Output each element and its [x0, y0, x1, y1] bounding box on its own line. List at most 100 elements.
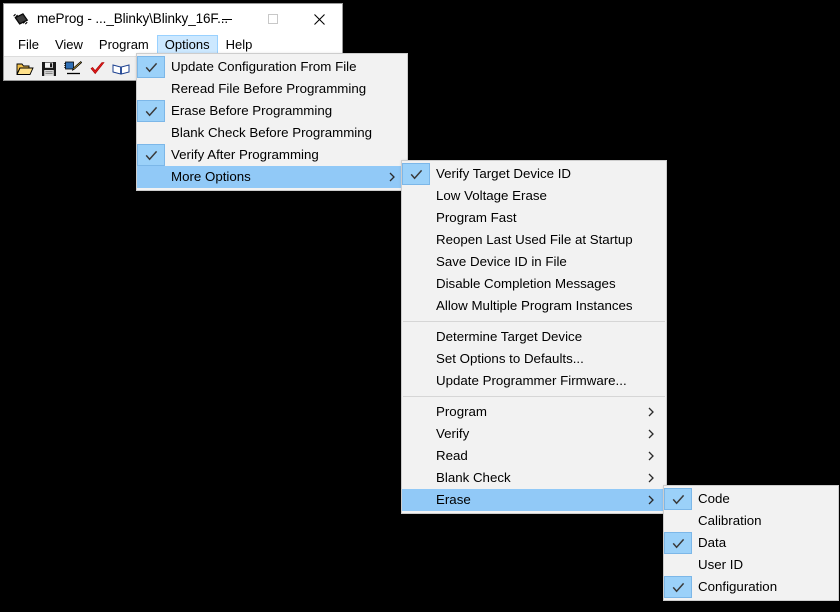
- menu-item-update-programmer-firmware[interactable]: Update Programmer Firmware...: [402, 370, 666, 392]
- check-icon: [402, 163, 430, 185]
- menu-item-label: Reread File Before Programming: [171, 81, 367, 96]
- minimize-button[interactable]: [204, 4, 250, 34]
- menu-item-determine-target-device[interactable]: Determine Target Device: [402, 326, 666, 348]
- menu-item-label: Reopen Last Used File at Startup: [436, 232, 633, 247]
- menu-item-label: Update Configuration From File: [171, 59, 357, 74]
- menu-item-label: Verify Target Device ID: [436, 166, 571, 181]
- menu-item-low-voltage-erase[interactable]: Low Voltage Erase: [402, 185, 666, 207]
- menu-item-allow-multiple-program-instances[interactable]: Allow Multiple Program Instances: [402, 295, 666, 317]
- check-icon: [137, 56, 165, 78]
- open-file-button[interactable]: [14, 58, 36, 80]
- menu-item-erase-code[interactable]: Code: [664, 488, 838, 510]
- open-file-icon: [16, 63, 34, 75]
- check-icon: [664, 532, 692, 554]
- menu-item-verify[interactable]: Verify: [402, 423, 666, 445]
- chevron-right-icon: [638, 407, 666, 417]
- program-button[interactable]: [62, 58, 84, 80]
- check-placeholder: [402, 229, 430, 251]
- maximize-icon: [268, 14, 278, 24]
- menu-item-label: Disable Completion Messages: [436, 276, 616, 291]
- menu-item-label: Code: [698, 491, 730, 506]
- menu-item-label: Blank Check: [436, 470, 511, 485]
- menu-item-label: Save Device ID in File: [436, 254, 567, 269]
- maximize-button[interactable]: [250, 4, 296, 34]
- check-placeholder: [402, 295, 430, 317]
- menu-item-save-device-id-in-file[interactable]: Save Device ID in File: [402, 251, 666, 273]
- menu-item-label: Update Programmer Firmware...: [436, 373, 627, 388]
- save-file-icon: [42, 61, 56, 76]
- menu-item-label: Set Options to Defaults...: [436, 351, 584, 366]
- menu-item-label: Low Voltage Erase: [436, 188, 547, 203]
- chevron-right-icon: [638, 451, 666, 461]
- menu-item-read[interactable]: Read: [402, 445, 666, 467]
- check-placeholder: [137, 122, 165, 144]
- save-file-button[interactable]: [38, 58, 60, 80]
- check-placeholder: [137, 166, 165, 188]
- menu-item-erase[interactable]: Erase: [402, 489, 666, 511]
- check-icon: [664, 576, 692, 598]
- check-placeholder: [402, 423, 430, 445]
- program-icon: [64, 61, 82, 75]
- check-placeholder: [402, 370, 430, 392]
- menu-item-update-configuration-from-file[interactable]: Update Configuration From File: [137, 56, 407, 78]
- menu-item-label: Erase: [436, 492, 471, 507]
- menu-item-blank-check-before-programming[interactable]: Blank Check Before Programming: [137, 122, 407, 144]
- menu-item-set-options-to-defaults[interactable]: Set Options to Defaults...: [402, 348, 666, 370]
- menu-item-verify-target-device-id[interactable]: Verify Target Device ID: [402, 163, 666, 185]
- more-options-menu-panel: Verify Target Device ID Low Voltage Eras…: [401, 160, 667, 514]
- read-button[interactable]: [110, 58, 132, 80]
- check-placeholder: [664, 510, 692, 532]
- menu-item-disable-completion-messages[interactable]: Disable Completion Messages: [402, 273, 666, 295]
- menu-item-erase-calibration[interactable]: Calibration: [664, 510, 838, 532]
- menu-item-label: Verify: [436, 426, 470, 441]
- check-placeholder: [402, 489, 430, 511]
- verify-button[interactable]: [86, 58, 108, 80]
- menu-item-verify-after-programming[interactable]: Verify After Programming: [137, 144, 407, 166]
- menu-item-label: Read: [436, 448, 468, 463]
- menu-item-erase-configuration[interactable]: Configuration: [664, 576, 838, 598]
- menu-item-label: Verify After Programming: [171, 147, 319, 162]
- menu-item-label: Calibration: [698, 513, 762, 528]
- erase-menu-panel: Code Calibration Data User ID Configurat…: [663, 485, 839, 601]
- menu-item-program[interactable]: Program: [402, 401, 666, 423]
- menu-item-more-options[interactable]: More Options: [137, 166, 407, 188]
- menu-item-label: Allow Multiple Program Instances: [436, 298, 633, 313]
- menu-item-program-fast[interactable]: Program Fast: [402, 207, 666, 229]
- check-placeholder: [402, 207, 430, 229]
- chevron-right-icon: [638, 473, 666, 483]
- check-icon: [137, 144, 165, 166]
- chevron-right-icon: [638, 429, 666, 439]
- check-placeholder: [402, 185, 430, 207]
- check-placeholder: [402, 401, 430, 423]
- check-placeholder: [402, 273, 430, 295]
- menu-item-label: More Options: [171, 169, 251, 184]
- menu-item-erase-data[interactable]: Data: [664, 532, 838, 554]
- chevron-right-icon: [638, 495, 666, 505]
- window-title: meProg - ..._Blinky\Blinky_16F...: [37, 11, 229, 26]
- check-placeholder: [402, 467, 430, 489]
- verify-check-icon: [90, 61, 105, 74]
- options-menu-panel: Update Configuration From File Reread Fi…: [136, 53, 408, 191]
- check-placeholder: [137, 78, 165, 100]
- menu-item-label: User ID: [698, 557, 744, 572]
- menubar-item-file[interactable]: File: [10, 35, 47, 56]
- menu-item-erase-user-id[interactable]: User ID: [664, 554, 838, 576]
- check-placeholder: [402, 348, 430, 370]
- app-chip-icon: [12, 11, 30, 29]
- check-placeholder: [402, 251, 430, 273]
- menu-item-label: Determine Target Device: [436, 329, 583, 344]
- menu-item-erase-before-programming[interactable]: Erase Before Programming: [137, 100, 407, 122]
- check-icon: [664, 488, 692, 510]
- close-button[interactable]: [296, 4, 342, 34]
- menu-item-label: Configuration: [698, 579, 778, 594]
- menubar-item-view[interactable]: View: [47, 35, 91, 56]
- check-placeholder: [402, 326, 430, 348]
- menu-item-label: Data: [698, 535, 727, 550]
- check-icon: [137, 100, 165, 122]
- check-placeholder: [664, 554, 692, 576]
- title-bar: meProg - ..._Blinky\Blinky_16F...: [4, 4, 342, 35]
- menu-item-label: Program: [436, 404, 487, 419]
- menu-item-blank-check[interactable]: Blank Check: [402, 467, 666, 489]
- menu-item-reread-file-before-programming[interactable]: Reread File Before Programming: [137, 78, 407, 100]
- menu-item-reopen-last-used-file-at-startup[interactable]: Reopen Last Used File at Startup: [402, 229, 666, 251]
